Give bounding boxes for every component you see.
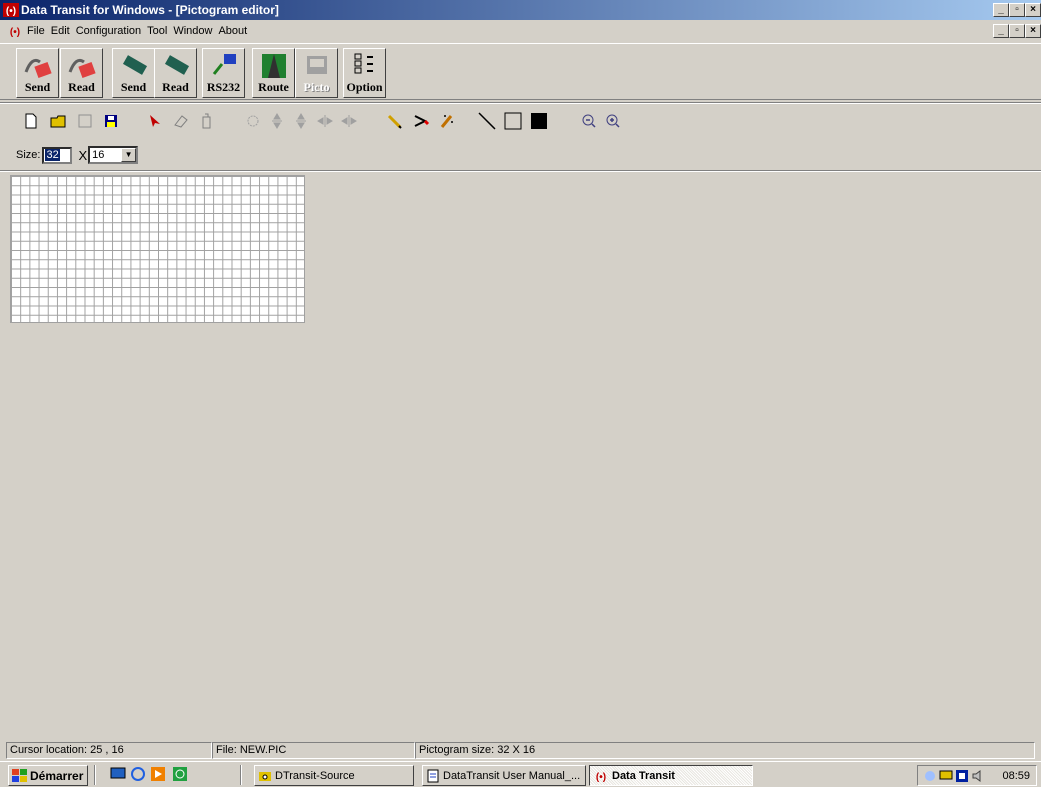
document-icon xyxy=(427,769,439,782)
cursor-location: Cursor location: 25 , 16 xyxy=(6,742,212,759)
rs232-button[interactable]: RS232 xyxy=(202,48,245,98)
folder-search-icon xyxy=(259,771,271,781)
menu-bar: (•) File Edit Configuration Tool Window … xyxy=(0,21,1041,41)
internet-explorer-icon[interactable] xyxy=(130,766,146,782)
task-dtransit-source[interactable]: DTransit-Source xyxy=(254,765,414,786)
bus-pictogram-icon xyxy=(306,56,327,74)
size-bar: Size: 32 X 16 ▼ xyxy=(16,145,139,165)
line-tool-icon[interactable] xyxy=(476,110,498,132)
media-player-icon[interactable] xyxy=(150,766,166,782)
taskbar: Démarrer DTransit-Source DataTransit Use… xyxy=(0,761,1041,787)
read-card-button[interactable]: Read xyxy=(60,48,103,98)
app-logo-icon: (•) xyxy=(3,3,19,17)
minimize-button[interactable]: _ xyxy=(993,3,1009,17)
chip-read-icon xyxy=(164,55,189,75)
rectangle-tool-icon[interactable] xyxy=(502,110,524,132)
picto-button[interactable]: Picto xyxy=(295,48,338,98)
height-select[interactable]: 16 ▼ xyxy=(88,146,139,164)
window-title: Data Transit for Windows - [Pictogram ed… xyxy=(21,3,279,17)
flip-vertical-icon xyxy=(266,110,288,132)
menu-file[interactable]: File xyxy=(27,25,51,37)
eraser-icon[interactable] xyxy=(170,110,192,132)
open-folder-icon[interactable] xyxy=(48,110,70,132)
menu-window[interactable]: Window xyxy=(173,25,218,37)
zoom-out-icon[interactable] xyxy=(578,110,600,132)
monitor-icon[interactable] xyxy=(939,769,953,783)
pencil-icon[interactable] xyxy=(384,110,406,132)
rotate-disabled-icon xyxy=(242,110,264,132)
chevron-down-icon[interactable]: ▼ xyxy=(121,148,137,162)
clock: 08:59 xyxy=(1002,769,1030,782)
title-bar[interactable]: (•) Data Transit for Windows - [Pictogra… xyxy=(0,0,1041,20)
card-read-icon xyxy=(68,58,96,79)
option-button[interactable]: Option xyxy=(343,48,386,98)
mdi-restore-button[interactable]: ▫ xyxy=(1009,24,1025,38)
menu-about[interactable]: About xyxy=(218,25,253,37)
options-list-icon xyxy=(354,53,373,74)
menu-configuration[interactable]: Configuration xyxy=(76,25,147,37)
send-chip-button[interactable]: Send xyxy=(112,48,155,98)
mdi-close-button[interactable]: × xyxy=(1025,24,1041,38)
road-icon xyxy=(261,54,286,78)
menu-edit[interactable]: Edit xyxy=(51,25,76,37)
separator xyxy=(94,765,96,785)
volume-icon[interactable] xyxy=(971,769,985,783)
file-name: File: NEW.PIC xyxy=(212,742,415,759)
pictogram-grid[interactable] xyxy=(10,175,305,323)
flip-horizontal-icon xyxy=(314,110,336,132)
brush-icon[interactable] xyxy=(410,110,432,132)
height-value: 16 xyxy=(92,149,105,161)
pictogram-size: Pictogram size: 32 X 16 xyxy=(415,742,1035,759)
times-sign: X xyxy=(78,147,88,163)
card-send-icon xyxy=(24,58,52,79)
save-as-icon[interactable] xyxy=(100,110,122,132)
separator xyxy=(0,102,1041,104)
size-label: Size: xyxy=(16,149,41,161)
filled-rectangle-icon[interactable] xyxy=(528,110,550,132)
network-icon[interactable] xyxy=(923,769,937,783)
display-icon[interactable] xyxy=(955,769,969,783)
separator xyxy=(240,765,242,785)
restore-button[interactable]: ▫ xyxy=(1009,3,1025,17)
read-chip-button[interactable]: Read xyxy=(154,48,197,98)
width-value: 32 xyxy=(45,149,60,161)
chip-send-icon xyxy=(122,55,147,75)
task-data-transit[interactable]: (•) Data Transit xyxy=(589,765,753,786)
system-tray: 08:59 xyxy=(917,765,1037,786)
select-arrow-icon[interactable] xyxy=(144,110,166,132)
fill-bucket-icon[interactable] xyxy=(196,110,218,132)
svg-text:(•): (•) xyxy=(596,772,606,783)
svg-text:(•): (•) xyxy=(6,6,16,17)
separator xyxy=(0,170,1041,172)
save-disabled-icon xyxy=(74,110,96,132)
start-button[interactable]: Démarrer xyxy=(8,765,88,786)
mdi-minimize-button[interactable]: _ xyxy=(993,24,1009,38)
main-toolbar: Send Read Send Read RS232 Route Picto Op… xyxy=(0,43,1041,100)
send-card-button[interactable]: Send xyxy=(16,48,59,98)
app-logo-icon: (•) xyxy=(596,772,606,783)
flip-horizontal-2-icon xyxy=(338,110,360,132)
task-user-manual[interactable]: DataTransit User Manual_... xyxy=(422,765,586,786)
width-input[interactable]: 32 xyxy=(42,146,73,164)
zoom-in-icon[interactable] xyxy=(602,110,624,132)
new-file-icon[interactable] xyxy=(20,110,42,132)
windows-logo-icon xyxy=(12,768,27,782)
mdi-logo-icon[interactable]: (•) xyxy=(7,25,23,37)
menu-tool[interactable]: Tool xyxy=(147,25,173,37)
route-button[interactable]: Route xyxy=(252,48,295,98)
app-shortcut-icon[interactable] xyxy=(172,766,188,782)
svg-text:(•): (•) xyxy=(10,27,20,37)
bus-connection-icon xyxy=(212,54,236,75)
flip-vertical-2-icon xyxy=(290,110,312,132)
close-button[interactable]: × xyxy=(1025,3,1041,17)
start-label: Démarrer xyxy=(30,768,84,783)
spray-icon[interactable] xyxy=(436,110,458,132)
status-bar: Cursor location: 25 , 16 File: NEW.PIC P… xyxy=(0,742,1041,760)
desktop-icon[interactable] xyxy=(110,766,126,782)
